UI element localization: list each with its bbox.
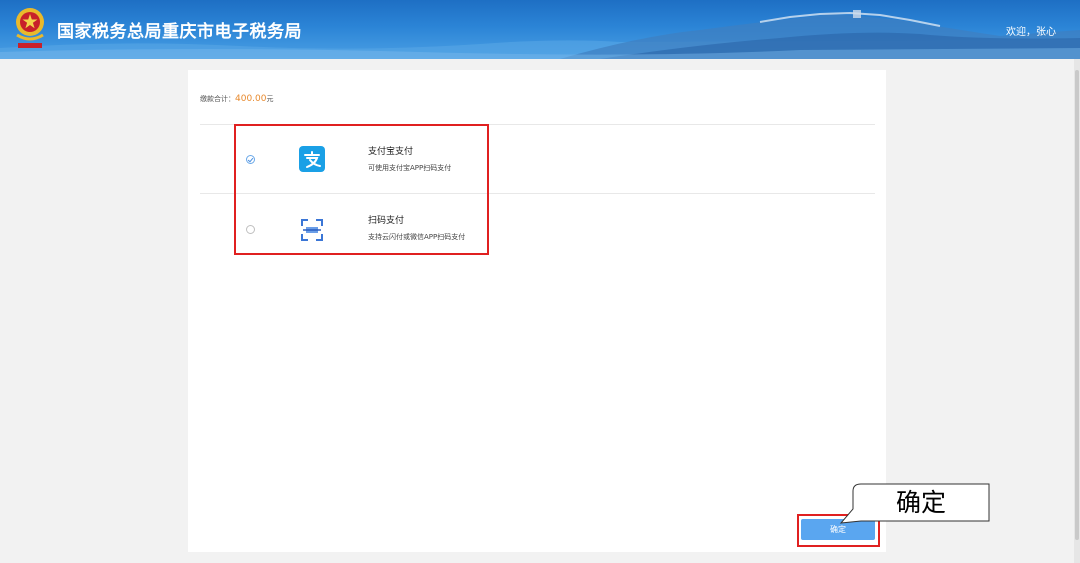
callout-text: 确定 [895, 488, 946, 517]
total-unit: 元 [266, 95, 274, 103]
payment-option-alipay[interactable]: 支付宝支付 可使用支付宝APP扫码支付 [200, 125, 875, 193]
option-description: 支持云闪付或微信APP扫码支付 [368, 233, 466, 241]
total-label: 缴款合计： [200, 95, 235, 103]
scrollbar-thumb[interactable] [1075, 70, 1079, 540]
option-name: 扫码支付 [368, 216, 405, 226]
alipay-radio[interactable] [246, 155, 255, 164]
top-banner: 国家税务总局重庆市电子税务局 欢迎，张心 [0, 0, 1080, 59]
tax-bureau-emblem-icon [16, 8, 44, 48]
welcome-user-text[interactable]: 欢迎，张心 [1006, 23, 1056, 38]
option-name: 支付宝支付 [368, 147, 414, 157]
scan-radio[interactable] [246, 225, 255, 234]
payment-total: 缴款合计：400.00元 [200, 94, 274, 104]
option-description: 可使用支付宝APP扫码支付 [368, 164, 452, 172]
alipay-icon [299, 146, 325, 172]
scan-code-icon [301, 219, 323, 241]
payment-option-scan[interactable]: 扫码支付 支持云闪付或微信APP扫码支付 [200, 194, 875, 262]
payment-panel: 缴款合计：400.00元 支付宝支付 可使用支付宝APP扫码支付 扫码支付 支持… [188, 70, 886, 552]
total-amount: 400.00 [235, 94, 267, 104]
site-title: 国家税务总局重庆市电子税务局 [57, 22, 302, 42]
